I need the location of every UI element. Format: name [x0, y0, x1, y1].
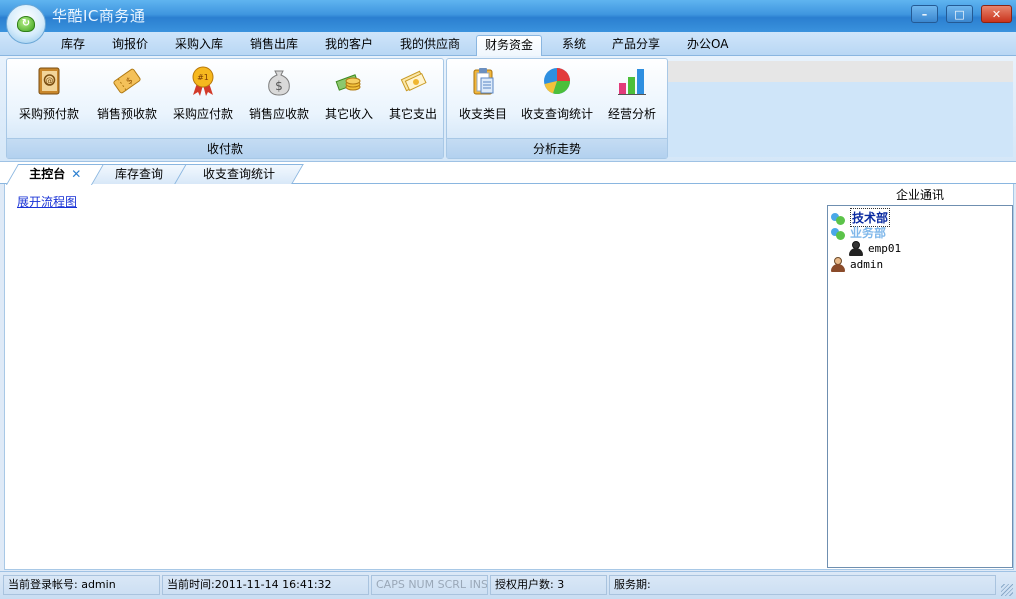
resize-grip-icon[interactable] — [1001, 584, 1013, 596]
ribbon-group-analysis: 收支类目 收支查询统计 经营分析 分析走势 — [446, 58, 668, 159]
tree-item-user-admin[interactable]: admin — [830, 256, 883, 272]
ribbon-group-payments: @ 采购预付款 $ 销售预收款 #1 采购应付款 $ 销售应收款 其它收入 其它… — [6, 58, 444, 159]
group-icon — [830, 211, 846, 225]
tab-inventory-query-label: 库存查询 — [114, 167, 163, 181]
tab-console[interactable]: 主控台 ✕ — [5, 164, 105, 185]
other-expense-label: 其它支出 — [388, 107, 437, 121]
ticket-icon: $ — [111, 65, 143, 97]
income-expense-category-button[interactable]: 收支类目 — [451, 65, 515, 125]
ribbon-empty-area — [668, 82, 1013, 157]
tab-income-expense-stats-label: 收支查询统计 — [202, 167, 275, 181]
close-button[interactable]: ✕ — [981, 5, 1012, 23]
menu-item-system[interactable]: 系统 — [554, 35, 594, 56]
tree-item-label: admin — [850, 257, 884, 271]
income-expense-category-label: 收支类目 — [458, 107, 507, 121]
app-menu-button[interactable]: ↻ — [6, 4, 46, 44]
tab-close-icon[interactable]: ✕ — [71, 167, 81, 181]
status-account: 当前登录帐号: admin — [3, 575, 160, 595]
status-bar: 当前登录帐号: admin 当前时间:2011-11-14 16:41:32 C… — [0, 571, 1016, 599]
status-service-period: 服务期: — [609, 575, 996, 595]
other-income-label: 其它收入 — [324, 107, 373, 121]
maximize-button[interactable]: □ — [946, 5, 973, 23]
contacts-tree[interactable]: 技术部 业务部 emp01 admin — [827, 205, 1013, 568]
money-bag-text: $ — [275, 79, 283, 93]
tree-item-label: emp01 — [868, 241, 902, 255]
main-panel: 展开流程图 企业通讯 技术部 业务部 emp01 admin — [4, 184, 1014, 570]
ribbon: @ 采购预付款 $ 销售预收款 #1 采购应付款 $ 销售应收款 其它收入 其它… — [0, 56, 1016, 162]
status-keys: CAPS NUM SCRL INS — [371, 575, 488, 595]
award-ribbon-text: #1 — [197, 73, 209, 82]
income-expense-stats-label: 收支查询统计 — [520, 107, 593, 121]
menu-item-office-oa[interactable]: 办公OA — [679, 35, 736, 56]
menu-bar: 库存 询报价 采购入库 销售出库 我的客户 我的供应商 财务资金 系统 产品分享… — [0, 32, 1016, 57]
user-icon — [848, 240, 864, 256]
clipboard-icon — [467, 65, 499, 97]
document-tab-bar: 主控台 ✕ 库存查询 收支查询统计 — [0, 162, 1016, 185]
window-title: 华酷IC商务通 — [52, 7, 146, 25]
tab-inventory-query[interactable]: 库存查询 — [90, 164, 188, 184]
tab-income-expense-stats[interactable]: 收支查询统计 — [174, 164, 304, 184]
other-income-button[interactable]: 其它收入 — [317, 65, 381, 125]
title-bar: 华酷IC商务通 – □ ✕ — [0, 0, 1016, 32]
pie-chart-icon — [541, 65, 573, 97]
tree-item-user-emp01[interactable]: emp01 — [848, 240, 901, 256]
money-bag-icon: $ — [263, 65, 295, 97]
bar-chart-icon — [616, 65, 648, 97]
ribbon-empty-area — [668, 61, 1013, 82]
business-analysis-label: 经营分析 — [607, 107, 656, 121]
group-icon — [830, 226, 846, 240]
svg-text:@: @ — [46, 76, 54, 85]
menu-item-my-customers[interactable]: 我的客户 — [317, 35, 381, 56]
business-analysis-button[interactable]: 经营分析 — [599, 65, 665, 125]
address-book-icon: @ — [33, 65, 65, 97]
sales-prereceipt-button[interactable]: $ 销售预收款 — [89, 65, 165, 125]
status-time: 当前时间:2011-11-14 16:41:32 — [162, 575, 369, 595]
menu-item-finance[interactable]: 财务资金 — [476, 35, 543, 57]
menu-item-my-suppliers[interactable]: 我的供应商 — [392, 35, 468, 56]
menu-item-quotation[interactable]: 询报价 — [104, 35, 156, 56]
menu-item-inventory[interactable]: 库存 — [53, 35, 93, 56]
app-logo-icon: ↻ — [17, 16, 35, 32]
sales-receivable-button[interactable]: $ 销售应收款 — [241, 65, 317, 125]
menu-item-sales-out[interactable]: 销售出库 — [242, 35, 306, 56]
purchase-payable-button[interactable]: #1 采购应付款 — [165, 65, 241, 125]
menu-item-purchase-in[interactable]: 采购入库 — [167, 35, 231, 56]
sales-prereceipt-label: 销售预收款 — [96, 107, 157, 121]
award-ribbon-icon: #1 — [187, 65, 219, 97]
purchase-prepayment-button[interactable]: @ 采购预付款 — [11, 65, 87, 125]
purchase-payable-label: 采购应付款 — [172, 107, 233, 121]
other-expense-button[interactable]: 其它支出 — [381, 65, 445, 125]
minimize-button[interactable]: – — [911, 5, 938, 23]
purchase-prepayment-label: 采购预付款 — [18, 107, 79, 121]
status-licensed-users: 授权用户数: 3 — [490, 575, 607, 595]
contacts-title: 企业通讯 — [895, 188, 944, 202]
cash-out-icon — [397, 65, 429, 97]
income-expense-stats-button[interactable]: 收支查询统计 — [517, 65, 597, 125]
coins-icon — [333, 65, 365, 97]
expand-flowchart-link[interactable]: 展开流程图 — [17, 193, 77, 210]
tab-console-label: 主控台 — [29, 167, 66, 181]
tree-item-sales-dept[interactable]: 业务部 — [830, 224, 886, 241]
sales-receivable-label: 销售应收款 — [248, 107, 309, 121]
ribbon-group-caption: 分析走势 — [447, 138, 667, 158]
ribbon-group-caption: 收付款 — [7, 138, 443, 158]
menu-item-product-share[interactable]: 产品分享 — [604, 35, 668, 56]
tree-item-label: 业务部 — [850, 226, 887, 240]
user-icon — [830, 256, 846, 272]
